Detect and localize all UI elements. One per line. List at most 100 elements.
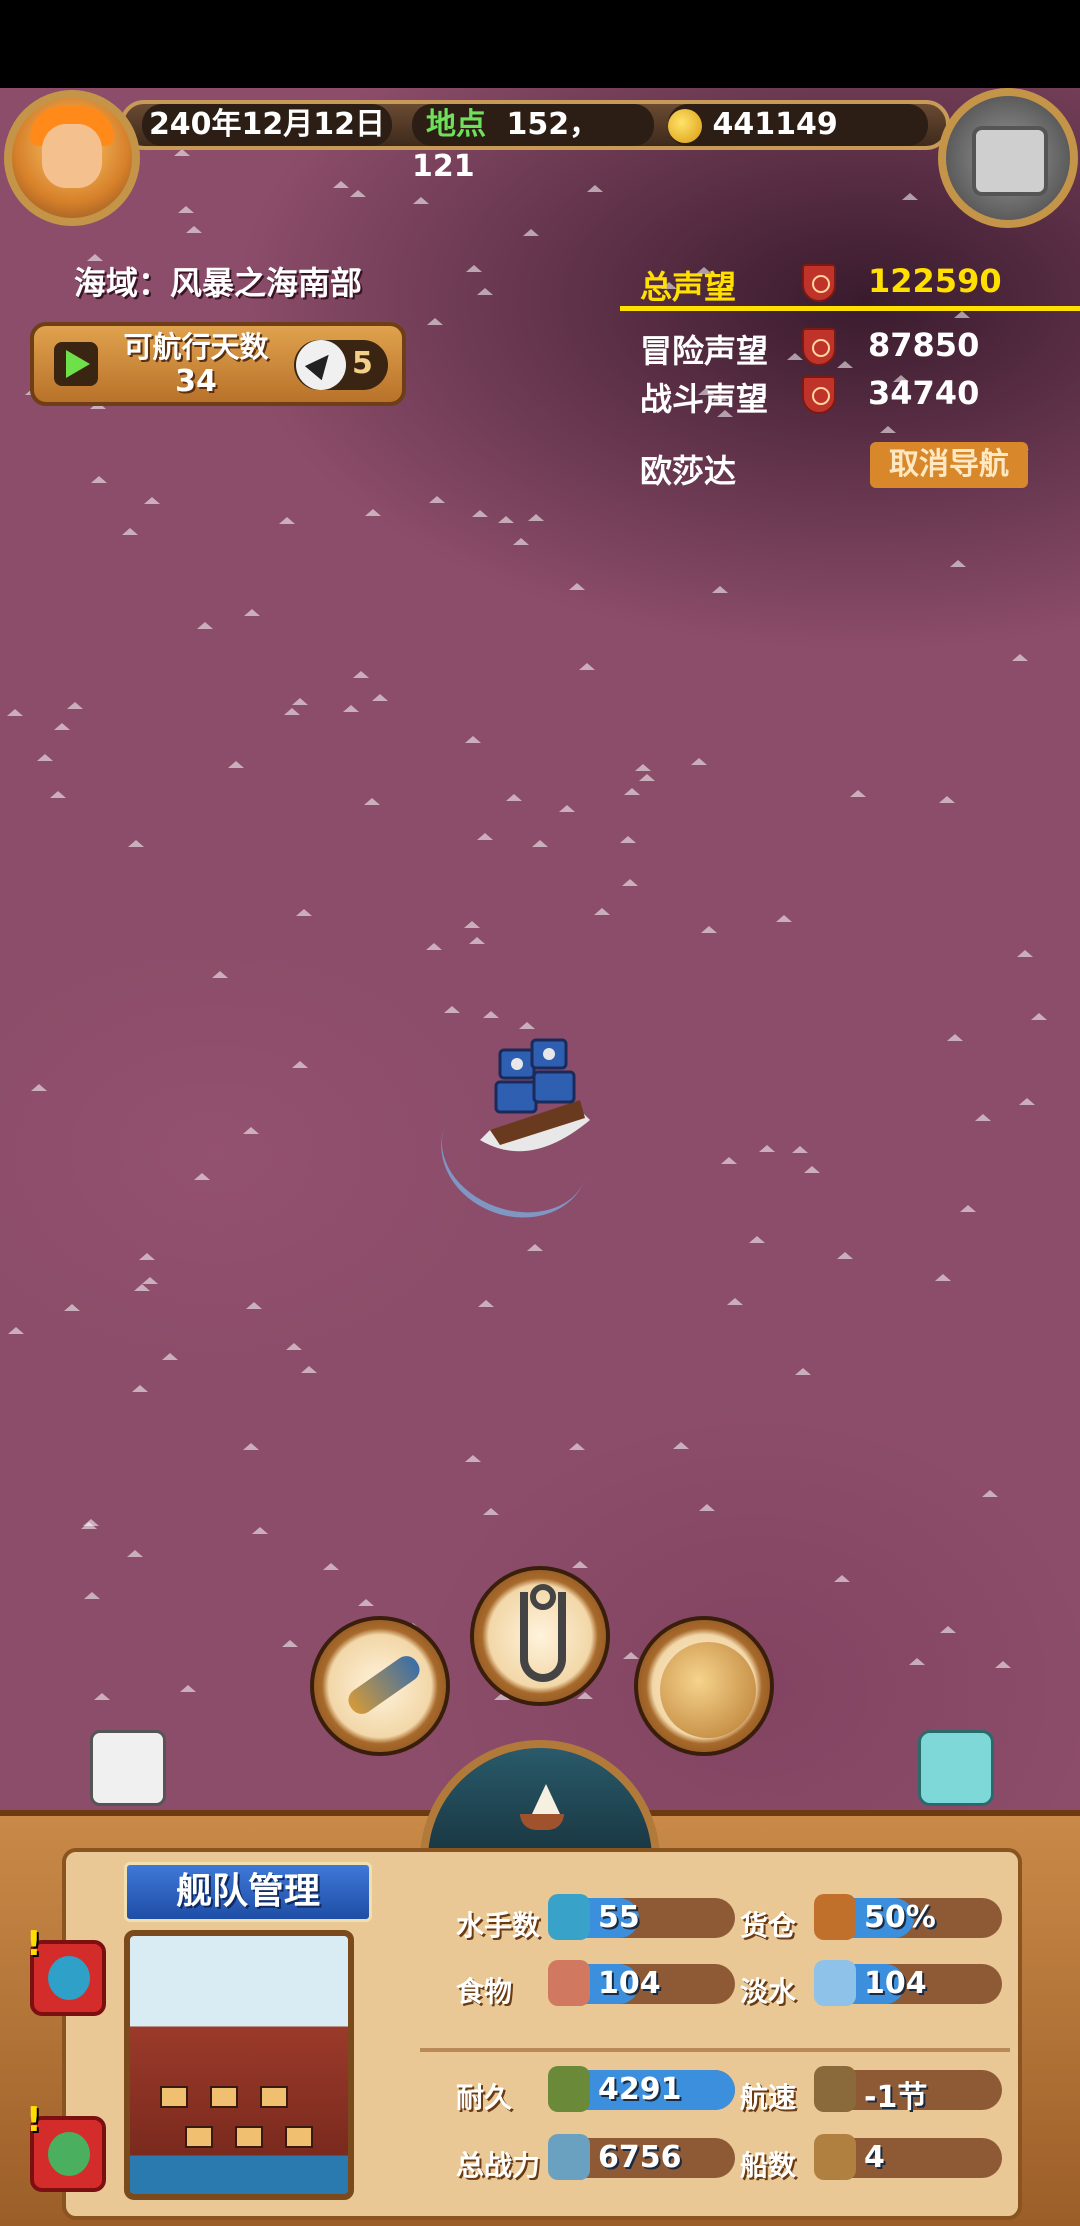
sea-wave [902,193,918,201]
sea-wave [639,774,655,782]
sea-wave [364,798,380,806]
sea-wave [122,528,138,536]
fleet-ship-illustration[interactable] [124,1930,354,2200]
sea-wave [477,833,493,841]
sea-wave [804,1166,820,1174]
sea-wave [127,1550,143,1558]
navigation-speed-value: 5 [352,346,373,381]
sea-wave [850,790,866,798]
ship-icon [514,1784,566,1834]
sea-wave [132,1385,148,1393]
sea-wave [498,516,514,524]
treasure-chest-icon[interactable] [938,88,1078,228]
anchor-button[interactable] [470,1566,610,1706]
sea-wave [142,1277,158,1285]
stat-bar: 6756 [548,2134,735,2180]
stat-value: 104 [598,1966,661,2001]
sailing-days-label: 可航行天数 [123,330,269,364]
sea-wave [323,1563,339,1571]
sea-wave [909,1658,925,1666]
compass-arrow-icon [296,340,346,390]
sea-wave [178,206,194,214]
sea-wave [749,1236,765,1244]
gold-amount: 441149 [712,107,838,142]
sea-wave [513,538,529,546]
play-icon[interactable] [54,342,98,386]
power-icon [548,2134,590,2180]
sea-wave [759,1145,775,1153]
sea-wave [721,1157,737,1165]
sea-wave [1012,654,1028,662]
world-map-icon [660,1642,756,1738]
sea-wave [837,361,853,369]
repair-alert-button[interactable]: ! [26,2100,106,2192]
sea-wave [465,1455,481,1463]
sea-wave [795,1368,811,1376]
sea-wave [301,1366,317,1374]
player-ship-icon[interactable] [470,1030,600,1170]
sea-wave [673,1442,689,1450]
cyan-cat-mascot [918,1730,994,1806]
avatar-face [42,124,102,188]
location-label: 地点 [426,107,486,142]
meat-icon [548,1960,590,2006]
sea-wave [587,185,603,193]
date-display: 240年12月12日 [142,104,392,146]
sea-wave [427,318,443,326]
water-jug-icon [814,1960,856,2006]
sea-wave [37,754,53,762]
sea-wave [792,1146,808,1154]
sea-wave [532,840,548,848]
crew-alert-button[interactable]: ! [26,1924,106,2016]
sea-wave [701,926,717,934]
sea-wave [246,1302,262,1310]
sea-wave [284,708,300,716]
sea-wave [162,1353,178,1361]
sea-wave [429,496,445,504]
sea-wave [787,353,803,361]
sea-wave [623,1652,639,1660]
sea-wave [880,426,896,434]
crew-icon [48,1956,90,2000]
stat-value: 6756 [598,2140,682,2175]
ship-count-icon [814,2134,856,2180]
sea-wave [252,1527,268,1535]
location-display: 地点 152，121 [412,104,654,184]
stat-value: 4 [864,2140,885,2175]
cargo-crate-icon [814,1894,856,1940]
cancel-navigation-button[interactable]: 取消导航 [870,442,1028,488]
sea-wave [174,149,190,157]
anchor-icon [520,1592,566,1682]
player-avatar[interactable] [4,90,140,226]
sea-wave [699,1504,715,1512]
repair-icon [48,2132,90,2176]
stat-bar: -1节 [814,2066,1002,2115]
sea-wave [343,705,359,713]
stat-label: 耐久 [456,2081,513,2114]
sea-wave [353,671,369,679]
sea-wave [194,1173,210,1181]
sea-wave [727,1298,743,1306]
sailing-days-value: 34 [175,364,217,399]
hull-window [235,2126,263,2148]
sea-wave [282,1640,298,1648]
sea-wave [350,190,366,198]
sea-wave [523,229,539,237]
sea-wave [975,1114,991,1122]
sea-wave [365,509,381,517]
world-map-button[interactable] [634,1616,774,1756]
stat-label: 总战力 [456,2149,541,2182]
sea-wave [569,583,585,591]
sea-wave [144,497,160,505]
stat-label: 航速 [740,2081,797,2114]
gold-coin-icon [668,108,702,143]
fleet-management-title[interactable]: 舰队管理 [124,1862,372,1922]
sea-wave [464,921,480,929]
sea-wave [569,1443,585,1451]
sea-wave [483,1508,499,1516]
adventure-reputation-label: 冒险声望 [640,332,769,370]
sailing-days-panel[interactable]: 可航行天数 34 5 [30,322,406,406]
navigation-speed[interactable]: 5 [294,340,388,390]
sea-wave [594,908,610,916]
spyglass-button[interactable] [310,1616,450,1756]
